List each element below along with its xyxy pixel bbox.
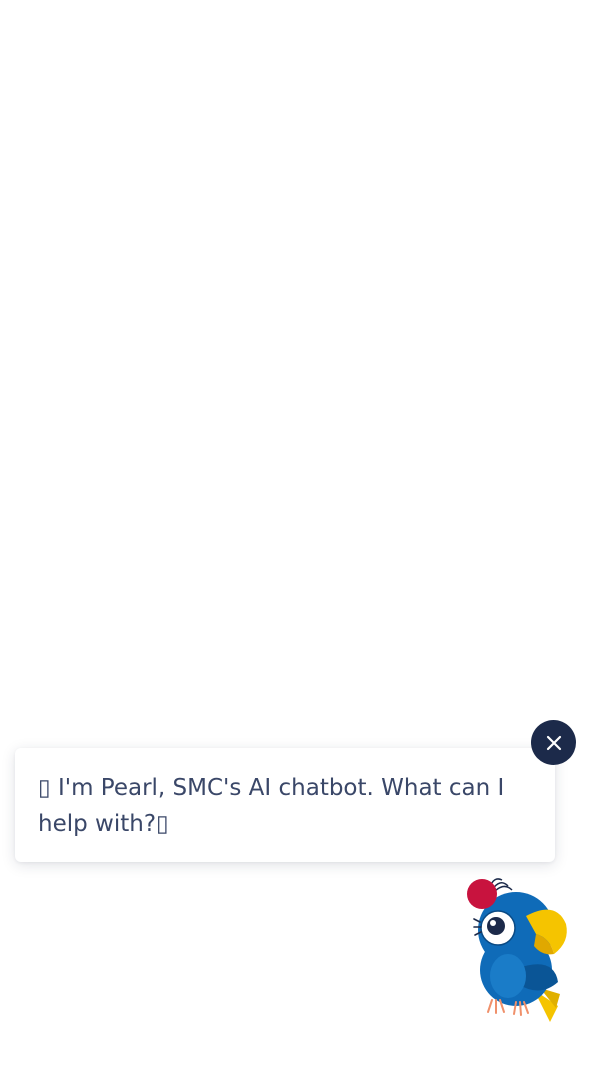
page: ▯ I'm Pearl, SMC's AI chatbot. What can …	[0, 0, 600, 1065]
chat-teaser-message: ▯ I'm Pearl, SMC's AI chatbot. What can …	[38, 775, 505, 837]
close-teaser-button[interactable]	[531, 720, 576, 765]
chatbot-launcher-button[interactable]	[458, 872, 576, 1030]
parrot-mascot-icon	[467, 878, 567, 1022]
close-icon	[546, 735, 561, 750]
chat-teaser-bubble[interactable]: ▯ I'm Pearl, SMC's AI chatbot. What can …	[15, 748, 555, 862]
